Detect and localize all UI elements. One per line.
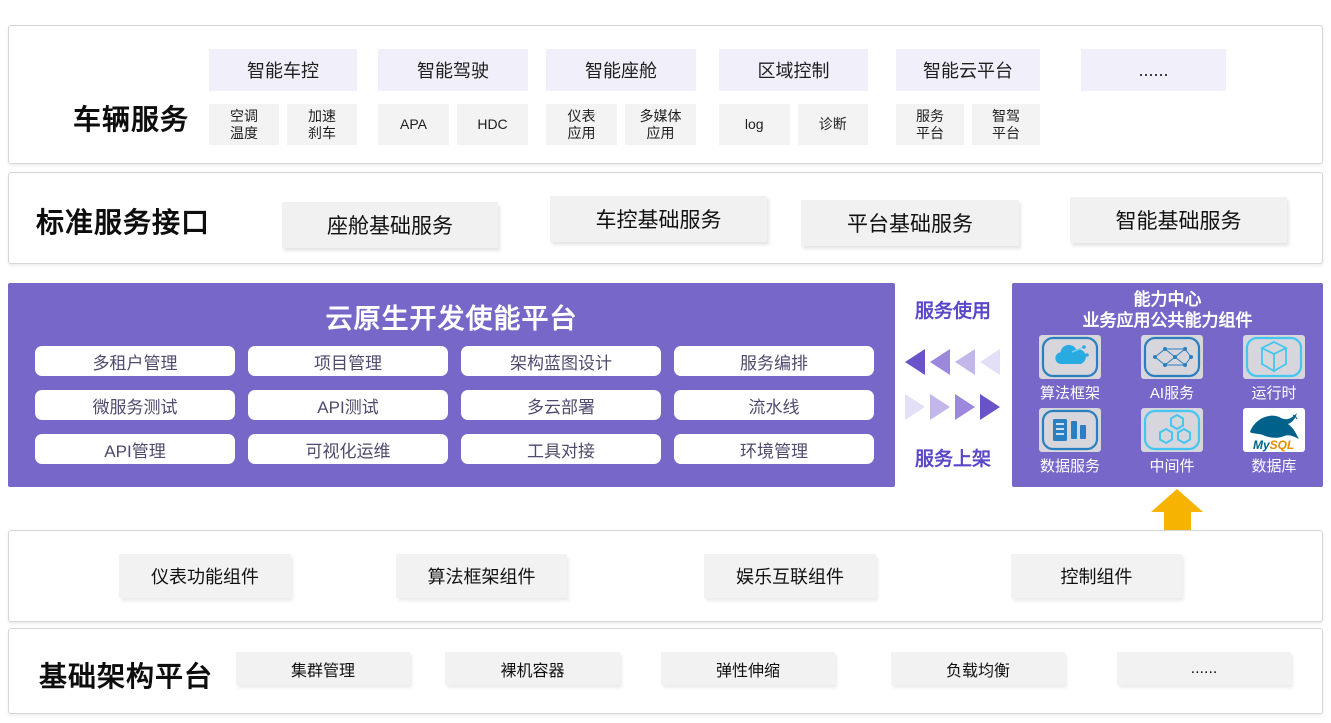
infrastructure-title: 基础架构平台 xyxy=(39,655,213,695)
vehicle-subservice: 多媒体 应用 xyxy=(625,104,696,145)
vehicle-services-section: 车辆服务 智能车控 空调 温度 加速 刹车 智能驾驶 APA HDC 智能座舱 … xyxy=(8,25,1323,164)
data-service-icon xyxy=(1039,408,1101,452)
vehicle-subservice: APA xyxy=(378,104,449,145)
vehicle-subservice: HDC xyxy=(457,104,528,145)
vehicle-subservice: 仪表 应用 xyxy=(546,104,617,145)
capability-item: 算法框架 xyxy=(1020,335,1120,403)
platform-capability: 架构蓝图设计 xyxy=(461,346,661,376)
platform-capability: 多租户管理 xyxy=(35,346,235,376)
component-chip: 控制组件 xyxy=(1011,554,1182,598)
vehicle-group-smart-cockpit: 智能座舱 仪表 应用 多媒体 应用 xyxy=(546,49,696,145)
components-section: 仪表功能组件 算法框架组件 娱乐互联组件 控制组件 xyxy=(8,530,1323,622)
vehicle-services-title: 车辆服务 xyxy=(73,98,189,138)
left-arrow-icon xyxy=(955,349,975,375)
capability-title-line1: 能力中心 xyxy=(1012,289,1323,310)
capability-center-panel: 能力中心 业务应用公共能力组件 算法框架 xyxy=(1012,283,1323,487)
cloud-platform-grid: 多租户管理 项目管理 架构蓝图设计 服务编排 微服务测试 API测试 多云部署 … xyxy=(35,346,874,464)
platform-capability: API管理 xyxy=(35,434,235,464)
platform-capability: 项目管理 xyxy=(248,346,448,376)
cloud-algorithm-icon xyxy=(1039,335,1101,379)
capability-label: 中间件 xyxy=(1149,455,1194,476)
vehicle-category: 智能车控 xyxy=(209,49,357,91)
infra-chip: 裸机容器 xyxy=(445,652,620,685)
infra-chip: 集群管理 xyxy=(236,652,410,685)
vehicle-category: 区域控制 xyxy=(719,49,868,91)
svg-text:MySQL: MySQL xyxy=(1253,438,1294,452)
vehicle-category: 智能座舱 xyxy=(546,49,696,91)
standard-interface-section: 标准服务接口 座舱基础服务 车控基础服务 平台基础服务 智能基础服务 xyxy=(8,172,1323,264)
vehicle-subservice: log xyxy=(719,104,790,145)
right-arrow-icon xyxy=(930,394,950,420)
right-arrow-icon xyxy=(905,394,925,420)
left-arrow-icon xyxy=(930,349,950,375)
capability-item: MySQL 数据库 xyxy=(1224,408,1324,476)
vehicle-group-more: ...... xyxy=(1081,49,1226,91)
vehicle-group-zone-control: 区域控制 log 诊断 xyxy=(719,49,868,145)
capability-item: AI服务 xyxy=(1122,335,1222,403)
arrows-left xyxy=(905,349,1000,375)
vehicle-category: 智能云平台 xyxy=(896,49,1040,91)
capability-title-line2: 业务应用公共能力组件 xyxy=(1012,310,1323,331)
ai-network-icon xyxy=(1141,335,1203,379)
platform-capability: 多云部署 xyxy=(461,390,661,420)
vehicle-category: 智能驾驶 xyxy=(378,49,528,91)
vehicle-subservice: 服务 平台 xyxy=(896,104,964,145)
vehicle-subservice: 诊断 xyxy=(798,104,869,145)
left-arrow-icon xyxy=(905,349,925,375)
capability-item: 运行时 xyxy=(1224,335,1324,403)
left-arrow-icon xyxy=(980,349,1000,375)
vehicle-subservice: 空调 温度 xyxy=(209,104,279,145)
infrastructure-section: 基础架构平台 集群管理 裸机容器 弹性伸缩 负载均衡 ...... xyxy=(8,628,1323,714)
arrows-right xyxy=(905,394,1000,420)
right-arrow-icon xyxy=(980,394,1000,420)
vehicle-group-smart-cloud: 智能云平台 服务 平台 智驾 平台 xyxy=(896,49,1040,145)
interface-chip: 平台基础服务 xyxy=(801,200,1019,246)
platform-capability: 环境管理 xyxy=(674,434,874,464)
architecture-diagram: 车辆服务 智能车控 空调 温度 加速 刹车 智能驾驶 APA HDC 智能座舱 … xyxy=(0,0,1331,723)
interface-chip: 智能基础服务 xyxy=(1070,197,1287,243)
capability-label: 运行时 xyxy=(1251,382,1296,403)
component-chip: 娱乐互联组件 xyxy=(704,554,876,598)
component-chip: 仪表功能组件 xyxy=(119,554,291,598)
interface-chip: 车控基础服务 xyxy=(550,196,767,242)
cloud-platform-panel: 云原生开发使能平台 多租户管理 项目管理 架构蓝图设计 服务编排 微服务测试 A… xyxy=(8,283,895,487)
vehicle-subservice: 加速 刹车 xyxy=(287,104,357,145)
interface-chip: 座舱基础服务 xyxy=(282,202,498,248)
service-use-label: 服务使用 xyxy=(893,296,1013,323)
capability-grid: 算法框架 xyxy=(1020,335,1324,476)
runtime-cube-icon xyxy=(1243,335,1305,379)
platform-capability: 可视化运维 xyxy=(248,434,448,464)
component-chip: 算法框架组件 xyxy=(396,554,567,598)
infra-chip: 负载均衡 xyxy=(891,652,1065,685)
capability-item: 中间件 xyxy=(1122,408,1222,476)
service-publish-label: 服务上架 xyxy=(893,444,1013,471)
standard-interface-title: 标准服务接口 xyxy=(36,201,210,241)
cloud-platform-title: 云原生开发使能平台 xyxy=(8,297,895,336)
capability-label: 算法框架 xyxy=(1040,382,1100,403)
vehicle-category: ...... xyxy=(1081,49,1226,91)
capability-label: 数据库 xyxy=(1251,455,1296,476)
platform-capability: API测试 xyxy=(248,390,448,420)
platform-capability: 工具对接 xyxy=(461,434,661,464)
infra-chip: ...... xyxy=(1117,652,1291,685)
platform-capability: 服务编排 xyxy=(674,346,874,376)
platform-capability: 流水线 xyxy=(674,390,874,420)
right-arrow-icon xyxy=(955,394,975,420)
platform-capability: 微服务测试 xyxy=(35,390,235,420)
up-arrow-icon xyxy=(1151,489,1203,512)
vehicle-subservice: 智驾 平台 xyxy=(972,104,1040,145)
vehicle-group-smart-driving: 智能驾驶 APA HDC xyxy=(378,49,528,145)
middleware-hexagons-icon xyxy=(1141,408,1203,452)
capability-label: 数据服务 xyxy=(1040,455,1100,476)
mysql-database-icon: MySQL xyxy=(1243,408,1305,452)
vehicle-group-smart-control: 智能车控 空调 温度 加速 刹车 xyxy=(209,49,357,145)
capability-center-title: 能力中心 业务应用公共能力组件 xyxy=(1012,289,1323,331)
capability-item: 数据服务 xyxy=(1020,408,1120,476)
infra-chip: 弹性伸缩 xyxy=(661,652,835,685)
capability-label: AI服务 xyxy=(1150,382,1194,403)
